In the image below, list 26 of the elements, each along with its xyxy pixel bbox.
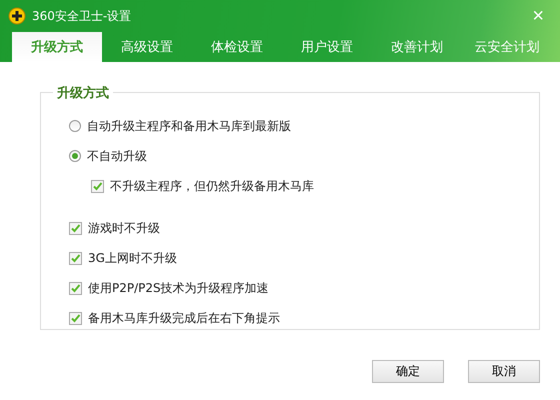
option-label: 不自动升级 xyxy=(87,148,147,164)
dialog-button[interactable]: 确定 xyxy=(372,360,444,383)
checkbox[interactable] xyxy=(69,312,82,324)
tab[interactable]: 云安全计划 xyxy=(462,32,552,62)
tab[interactable]: 高级设置 xyxy=(102,32,192,62)
option-label: 3G上网时不升级 xyxy=(88,250,177,266)
tab[interactable]: 升级方式 xyxy=(12,32,102,62)
tab[interactable]: 体检设置 xyxy=(192,32,282,62)
window-title: 360安全卫士-设置 xyxy=(32,8,132,24)
option-label: 游戏时不升级 xyxy=(88,220,160,236)
option-label: 使用P2P/P2S技术为升级程序加速 xyxy=(88,280,269,296)
option-label: 不升级主程序，但仍然升级备用木马库 xyxy=(110,178,314,194)
close-button[interactable]: × xyxy=(524,6,552,26)
option-label: 备用木马库升级完成后在右下角提示 xyxy=(88,310,280,326)
dialog-button[interactable]: 取消 xyxy=(468,360,540,383)
checkbox[interactable] xyxy=(69,252,82,264)
checkbox[interactable] xyxy=(69,282,82,294)
tab[interactable]: 改善计划 xyxy=(372,32,462,62)
checkbox[interactable] xyxy=(91,180,104,192)
radio-button[interactable] xyxy=(69,120,81,132)
radio-button[interactable] xyxy=(69,150,81,162)
option-label: 自动升级主程序和备用木马库到最新版 xyxy=(87,118,291,134)
tab[interactable]: 用户设置 xyxy=(282,32,372,62)
logo-icon xyxy=(8,7,26,25)
group-title: 升级方式 xyxy=(53,84,113,102)
checkbox[interactable] xyxy=(69,222,82,234)
